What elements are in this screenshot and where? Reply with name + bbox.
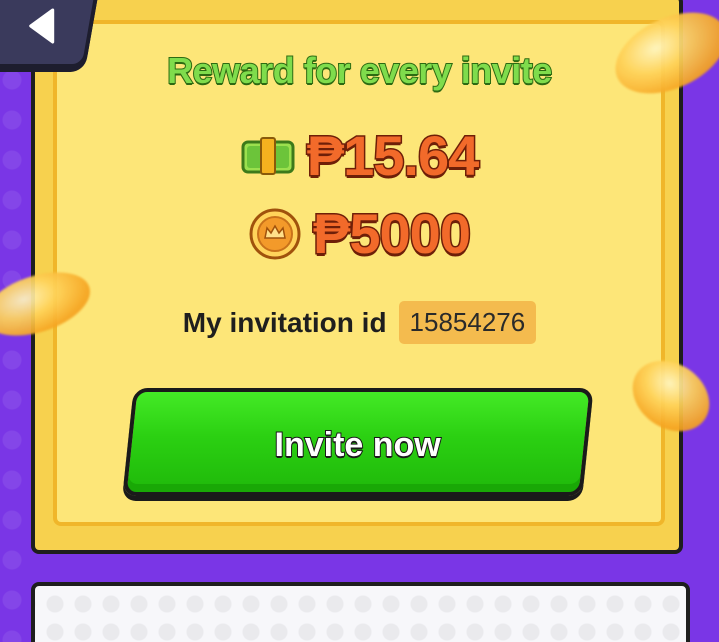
invitation-id-row: My invitation id 15854276 [0, 301, 719, 344]
coin-reward-row: ₱5000 [0, 202, 719, 265]
invite-now-button[interactable]: Invite now [122, 388, 594, 496]
coin-amount: ₱5000 [312, 202, 473, 265]
cash-amount: ₱15.64 [305, 124, 480, 187]
cash-reward-row: ₱15.64 [0, 124, 719, 187]
back-button[interactable] [0, 0, 99, 68]
invitation-id-label: My invitation id [182, 306, 387, 338]
back-arrow-icon [29, 8, 55, 44]
invitation-id-value[interactable]: 15854276 [398, 301, 537, 344]
gold-coin-icon [249, 208, 301, 260]
invite-now-label: Invite now [274, 425, 442, 465]
reward-title: Reward for every invite [166, 49, 553, 92]
secondary-card-pattern [35, 586, 686, 642]
secondary-card [31, 582, 690, 642]
cash-stack-icon [241, 137, 295, 175]
